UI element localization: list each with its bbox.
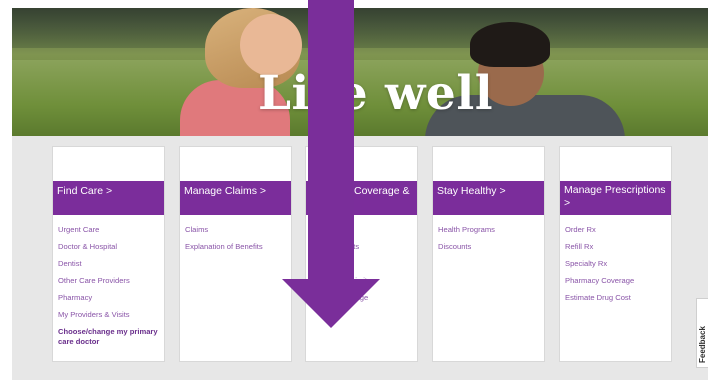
link-pharmacy-coverage[interactable]: Pharmacy Coverage — [565, 272, 669, 289]
link-order-rx[interactable]: Order Rx — [565, 221, 669, 238]
link-refill-rx[interactable]: Refill Rx — [565, 238, 669, 255]
card-manage-prescriptions: Manage Prescriptions > Order Rx Refill R… — [559, 146, 672, 362]
link-coverage-benefits[interactable]: nts — [311, 238, 415, 255]
hero-banner: Live well — [0, 0, 708, 136]
card-coverage-links: nts Limit rage — [311, 221, 415, 306]
link-urgent-care[interactable]: Urgent Care — [58, 221, 162, 238]
link-health-programs[interactable]: Health Programs — [438, 221, 542, 238]
card-manage-claims: Manage Claims > Claims Explanation of Be… — [179, 146, 292, 362]
feedback-tab[interactable]: Feedback — [696, 298, 708, 368]
feedback-label: Feedback — [698, 326, 707, 363]
hero-background-trees — [12, 8, 708, 48]
link-coverage-limit[interactable]: Limit — [311, 272, 415, 289]
link-claims[interactable]: Claims — [185, 221, 289, 238]
hero-top-border — [0, 0, 708, 8]
link-explanation-of-benefits[interactable]: Explanation of Benefits — [185, 238, 289, 255]
link-estimate-drug-cost[interactable]: Estimate Drug Cost — [565, 289, 669, 306]
card-coverage: Coverage & nts Limit rage — [305, 146, 418, 362]
card-find-care-title[interactable]: Find Care > — [53, 181, 164, 215]
card-stay-healthy: Stay Healthy > Health Programs Discounts — [432, 146, 545, 362]
link-pharmacy[interactable]: Pharmacy — [58, 289, 162, 306]
link-other-care-providers[interactable]: Other Care Providers — [58, 272, 162, 289]
card-find-care-links: Urgent Care Doctor & Hospital Dentist Ot… — [58, 221, 162, 347]
card-coverage-title[interactable]: Coverage & — [306, 181, 417, 215]
hero-headline: Live well — [258, 66, 494, 121]
hero-man-hair — [470, 22, 550, 67]
link-doctor-hospital[interactable]: Doctor & Hospital — [58, 238, 162, 255]
card-manage-prescriptions-title[interactable]: Manage Prescriptions > — [560, 181, 671, 215]
link-choose-primary-care-doctor[interactable]: Choose/change my primary care doctor — [58, 323, 162, 347]
link-specialty-rx[interactable]: Specialty Rx — [565, 255, 669, 272]
card-manage-prescriptions-links: Order Rx Refill Rx Specialty Rx Pharmacy… — [565, 221, 669, 306]
hero-left-border — [0, 0, 12, 136]
link-my-providers-visits[interactable]: My Providers & Visits — [58, 306, 162, 323]
card-manage-claims-title[interactable]: Manage Claims > — [180, 181, 291, 215]
link-coverage-other[interactable]: rage — [311, 289, 415, 306]
link-dentist[interactable]: Dentist — [58, 255, 162, 272]
card-find-care: Find Care > Urgent Care Doctor & Hospita… — [52, 146, 165, 362]
card-stay-healthy-title[interactable]: Stay Healthy > — [433, 181, 544, 215]
card-manage-claims-links: Claims Explanation of Benefits — [185, 221, 289, 255]
link-discounts[interactable]: Discounts — [438, 238, 542, 255]
card-stay-healthy-links: Health Programs Discounts — [438, 221, 542, 255]
